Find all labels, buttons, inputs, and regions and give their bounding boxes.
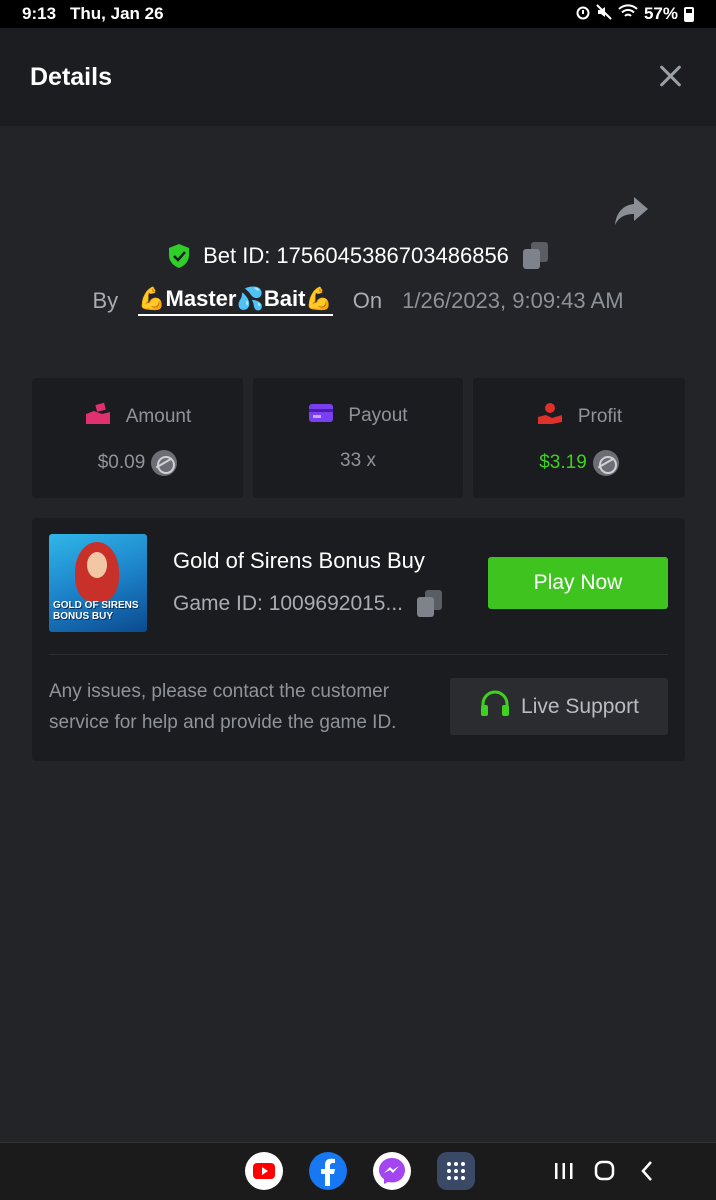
bet-id-row: Bet ID: 1756045386703486856 (0, 242, 716, 270)
stat-payout-value: 33 x (340, 450, 376, 471)
stat-payout-label: Payout (348, 405, 408, 426)
page-title: Details (30, 62, 112, 91)
bet-datetime: 1/26/2023, 9:09:43 AM (402, 288, 624, 313)
live-support-button[interactable]: Live Support (450, 678, 668, 735)
recent-apps-icon[interactable] (550, 1157, 578, 1185)
thumb-title-1: GOLD OF SIRENS (53, 600, 139, 611)
share-icon[interactable] (614, 195, 650, 227)
messenger-icon[interactable] (373, 1152, 411, 1190)
on-label: On (352, 288, 383, 313)
close-icon[interactable] (656, 62, 686, 92)
back-icon[interactable] (634, 1157, 662, 1185)
by-label: By (92, 288, 119, 313)
bet-id: Bet ID: 1756045386703486856 (203, 243, 509, 268)
system-nav-bar (0, 1142, 716, 1200)
game-id: Game ID: 1009692015... (173, 592, 403, 615)
game-id-row: Game ID: 1009692015... (173, 590, 443, 618)
stat-profit-label: Profit (577, 406, 623, 427)
stat-profit: Profit $3.19 (473, 378, 685, 498)
live-support-label: Live Support (521, 694, 639, 718)
copy-bet-id-icon[interactable] (522, 242, 549, 270)
game-thumbnail[interactable]: GOLD OF SIRENS BONUS BUY (49, 534, 147, 632)
stat-amount-value: $0.09 (97, 452, 146, 473)
support-message: Any issues, please contact the customer … (49, 681, 397, 733)
app-drawer-icon[interactable] (437, 1152, 475, 1190)
thumb-title-2: BONUS BUY (53, 611, 114, 622)
game-card: GOLD OF SIRENS BONUS BUY Gold of Sirens … (32, 518, 685, 761)
mute-icon (596, 3, 612, 25)
username-link[interactable]: 💪Master💦Bait💪 (138, 286, 333, 316)
copy-game-id-icon[interactable] (417, 590, 443, 618)
home-icon[interactable] (591, 1157, 619, 1185)
battery-icon (684, 6, 694, 22)
bet-meta-row: By 💪Master💦Bait💪 On 1/26/2023, 9:09:43 A… (0, 286, 716, 316)
play-now-button[interactable]: Play Now (488, 557, 668, 609)
currency-coin-icon (592, 450, 619, 476)
divider (49, 654, 668, 655)
stat-amount: Amount $0.09 (32, 378, 243, 498)
alarm-icon (576, 4, 590, 25)
status-icons: 57% (576, 3, 694, 25)
youtube-icon[interactable] (245, 1152, 283, 1190)
profit-hand-icon (536, 402, 564, 432)
details-header: Details (0, 28, 716, 126)
status-date: Thu, Jan 26 (70, 4, 164, 23)
status-bar: 9:13 Thu, Jan 26 57% (0, 0, 716, 28)
headset-icon (479, 690, 511, 724)
card-icon (308, 402, 334, 430)
status-time: 9:13 (22, 4, 57, 23)
stat-amount-label: Amount (125, 406, 192, 427)
stat-profit-value: $3.19 (539, 452, 587, 473)
currency-coin-icon (151, 450, 178, 476)
stat-payout: Payout 33 x (253, 378, 463, 498)
money-hand-icon (84, 402, 112, 432)
facebook-icon[interactable] (309, 1152, 347, 1190)
battery-percent: 57% (643, 4, 678, 23)
verified-shield-icon (167, 243, 191, 269)
game-title: Gold of Sirens Bonus Buy (173, 548, 425, 573)
wifi-icon (618, 3, 638, 25)
